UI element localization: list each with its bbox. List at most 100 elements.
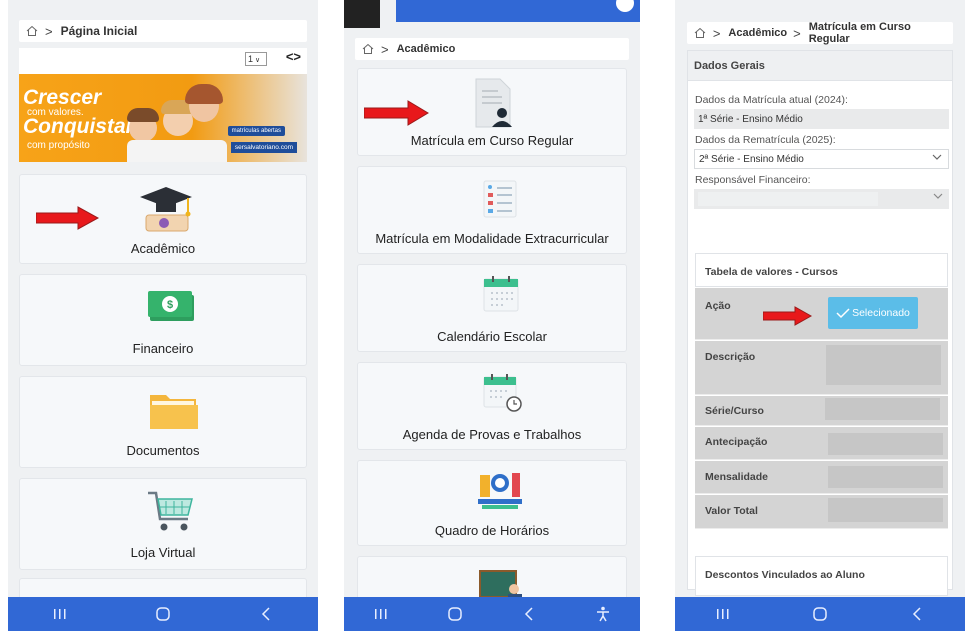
back-icon[interactable] xyxy=(897,599,937,629)
banner-url: sersalvatoriano.com xyxy=(230,142,297,153)
folder-icon xyxy=(148,389,200,436)
redacted-value xyxy=(826,345,941,385)
section-title: Dados Gerais xyxy=(694,60,765,72)
screen-matricula: > Acadêmico > Matrícula em Curso Regular… xyxy=(675,0,965,631)
table-row: Descrição xyxy=(695,341,948,395)
card-label: Quadro de Horários xyxy=(434,523,550,538)
row-label: Antecipação xyxy=(705,436,768,448)
table-header: Tabela de valores - Cursos xyxy=(695,253,948,287)
current-enrollment-field: 1ª Série - Ensino Médio xyxy=(694,109,949,129)
breadcrumb-item[interactable]: Acadêmico xyxy=(397,43,456,55)
breadcrumb: > Acadêmico > Matrícula em Curso Regular xyxy=(687,21,953,45)
renewal-label: Dados da Rematrícula (2025): xyxy=(695,134,836,146)
chevron-right-icon: > xyxy=(712,25,721,41)
table-row: Antecipação xyxy=(695,427,948,460)
back-icon[interactable] xyxy=(509,599,549,629)
redacted-value xyxy=(698,192,878,206)
breadcrumb-item[interactable]: Página Inicial xyxy=(61,24,138,38)
card-label: Matrícula em Curso Regular xyxy=(410,133,574,148)
card-calendario[interactable]: Calendário Escolar xyxy=(357,264,627,352)
selected-button[interactable]: Selecionado xyxy=(828,297,918,329)
card-label: Loja Virtual xyxy=(130,545,196,560)
shopping-cart-icon xyxy=(146,489,196,540)
android-nav-bar xyxy=(344,597,640,631)
home-icon[interactable] xyxy=(25,24,39,38)
accessibility-icon[interactable] xyxy=(583,599,623,629)
card-agenda[interactable]: Agenda de Provas e Trabalhos xyxy=(357,362,627,450)
recent-apps-icon[interactable] xyxy=(703,599,743,629)
breadcrumb: > Página Inicial xyxy=(19,20,307,42)
banner-line4: com propósito xyxy=(27,140,90,151)
card-label: Matrícula em Modalidade Extracurricular xyxy=(375,231,609,246)
card-label: Calendário Escolar xyxy=(437,329,547,344)
card-label: Agenda de Provas e Trabalhos xyxy=(402,427,582,442)
card-quadro-horarios[interactable]: Quadro de Horários xyxy=(357,460,627,546)
red-arrow-icon xyxy=(763,306,813,326)
home-icon[interactable] xyxy=(361,42,375,56)
android-nav-bar xyxy=(8,597,318,631)
card-documentos[interactable]: Documentos xyxy=(19,376,307,468)
table-title: Tabela de valores - Cursos xyxy=(705,266,838,278)
back-icon[interactable] xyxy=(246,599,286,629)
table-row: Valor Total xyxy=(695,495,948,529)
page-select[interactable]: 1 ∨ xyxy=(245,52,267,66)
list-document-icon xyxy=(482,179,518,224)
carousel-controls: 1 ∨ <> xyxy=(19,48,307,74)
home-button-icon[interactable] xyxy=(143,599,183,629)
card-financeiro[interactable]: $ Financeiro xyxy=(19,274,307,366)
check-icon xyxy=(836,308,850,319)
calendar-icon xyxy=(482,275,520,318)
red-arrow-icon xyxy=(36,206,100,230)
graduation-cap-icon xyxy=(138,185,194,240)
renewal-select[interactable]: 2ª Série - Ensino Médio xyxy=(694,149,949,169)
breadcrumb-item[interactable]: Matrícula em Curso Regular xyxy=(809,21,953,45)
recent-apps-icon[interactable] xyxy=(40,599,80,629)
chevron-right-icon: > xyxy=(381,41,389,57)
home-button-icon[interactable] xyxy=(800,599,840,629)
chevron-down-icon xyxy=(933,191,943,204)
card-loja-virtual[interactable]: Loja Virtual xyxy=(19,478,307,570)
status-area xyxy=(344,0,380,28)
chevron-right-icon: > xyxy=(45,23,53,39)
enrollment-badge: matrículas abertas xyxy=(227,126,285,136)
screen-home: > Página Inicial 1 ∨ <> Crescer com valor… xyxy=(8,0,318,631)
promo-banner[interactable]: Crescer com valores. Conquistar com prop… xyxy=(19,74,307,162)
red-arrow-icon xyxy=(364,100,429,126)
card-matricula-extracurricular[interactable]: Matrícula em Modalidade Extracurricular xyxy=(357,166,627,254)
breadcrumb: > Acadêmico xyxy=(355,38,629,60)
current-enrollment-label: Dados da Matrícula atual (2024): xyxy=(695,94,848,106)
timetable-icon xyxy=(476,469,524,516)
children-image xyxy=(127,84,227,162)
card-label: Financeiro xyxy=(132,341,194,356)
table-row: Série/Curso xyxy=(695,396,948,426)
breadcrumb-item[interactable]: Acadêmico xyxy=(728,27,787,39)
app-header xyxy=(396,0,640,22)
row-label: Descrição xyxy=(705,351,756,363)
redacted-value xyxy=(828,433,943,455)
row-label: Valor Total xyxy=(705,505,758,517)
recent-apps-icon[interactable] xyxy=(361,599,401,629)
card-label: Documentos xyxy=(126,443,200,458)
screen-academico: > Acadêmico Matrícula em Curso Regular M… xyxy=(344,0,640,631)
redacted-value xyxy=(828,466,943,488)
home-icon[interactable] xyxy=(693,26,707,40)
banner-line1: Crescer xyxy=(23,86,102,109)
card-label: Acadêmico xyxy=(130,241,196,256)
guardian-select[interactable] xyxy=(694,189,949,209)
banner-line3: Conquistar xyxy=(23,115,134,138)
table-row: Mensalidade xyxy=(695,461,948,494)
table-row: Ação Selecionado xyxy=(695,288,948,340)
redacted-value xyxy=(825,398,940,420)
user-document-icon xyxy=(472,77,514,134)
home-button-icon[interactable] xyxy=(435,599,475,629)
chevron-right-icon: > xyxy=(793,25,801,41)
discounts-title: Descontos Vinculados ao Aluno xyxy=(705,569,865,581)
guardian-label: Responsável Financeiro: xyxy=(695,174,811,186)
android-nav-bar xyxy=(675,597,965,631)
row-label: Mensalidade xyxy=(705,471,769,483)
row-label: Ação xyxy=(705,300,731,312)
carousel-arrows[interactable]: <> xyxy=(286,49,301,64)
row-label: Série/Curso xyxy=(705,405,764,417)
svg-text:$: $ xyxy=(167,299,173,311)
discounts-panel: Descontos Vinculados ao Aluno xyxy=(695,556,948,596)
